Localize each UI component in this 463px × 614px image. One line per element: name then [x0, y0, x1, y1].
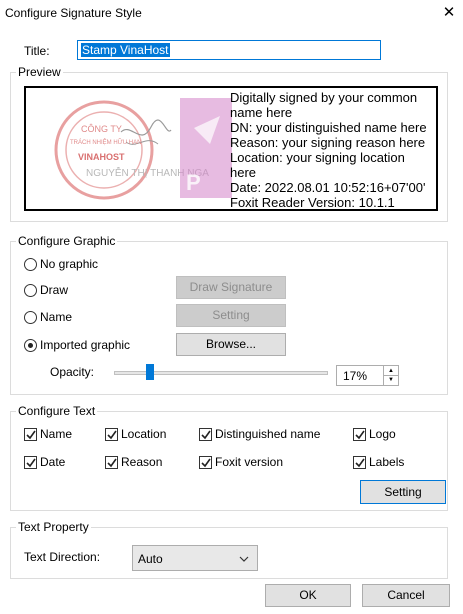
checkbox-labels[interactable] — [353, 456, 366, 469]
radio-name-label: Name — [40, 310, 73, 324]
checkbox-distinguished-name[interactable] — [199, 428, 212, 441]
radio-no-graphic[interactable] — [24, 258, 37, 271]
checkbox-location-label: Location — [121, 427, 167, 441]
opacity-spinbox[interactable]: 17% ▲ ▼ — [336, 365, 399, 386]
window-title: Configure Signature Style — [5, 6, 142, 20]
opacity-value: 17% — [343, 369, 368, 383]
close-icon[interactable]: ✕ — [440, 4, 458, 22]
checkmark-icon — [26, 458, 36, 468]
draw-signature-button[interactable]: Draw Signature — [176, 276, 286, 299]
cancel-button[interactable]: Cancel — [362, 584, 450, 607]
checkmark-icon — [355, 458, 365, 468]
text-setting-button[interactable]: Setting — [360, 480, 446, 504]
checkmark-icon — [201, 430, 211, 440]
sig-line-1: Digitally signed by your common — [230, 90, 418, 105]
opacity-slider-thumb[interactable] — [146, 364, 155, 380]
checkbox-reason[interactable] — [105, 456, 118, 469]
stamp-company-type: TRÁCH NHIỆM HỮU HẠN — [70, 140, 142, 146]
sig-line-2: name here — [230, 105, 293, 120]
configure-graphic-legend: Configure Graphic — [16, 234, 118, 248]
radio-imported-graphic-label: Imported graphic — [40, 338, 131, 352]
stamp-company: CÔNG TY — [81, 124, 122, 134]
sig-line-5: Location: your signing location — [230, 150, 405, 165]
checkbox-name[interactable] — [24, 428, 37, 441]
ok-button[interactable]: OK — [265, 584, 351, 607]
checkmark-icon — [26, 430, 36, 440]
radio-draw[interactable] — [24, 284, 37, 297]
checkbox-date[interactable] — [24, 456, 37, 469]
text-property-legend: Text Property — [16, 520, 91, 534]
preview-legend: Preview — [16, 65, 63, 79]
chevron-down-icon — [239, 556, 249, 562]
title-label: Title: — [24, 44, 50, 58]
svg-text:P: P — [186, 170, 201, 195]
signature-preview: CÔNG TY TRÁCH NHIỆM HỮU HẠN VINAHOST NGU… — [24, 86, 438, 211]
checkbox-date-label: Date — [40, 455, 66, 469]
checkbox-labels-label: Labels — [369, 455, 405, 469]
checkbox-location[interactable] — [105, 428, 118, 441]
sig-line-4: Reason: your signing reason here — [230, 135, 426, 150]
opacity-label: Opacity: — [50, 365, 95, 379]
title-input-value: Stamp VinaHost — [81, 43, 170, 57]
text-direction-value: Auto — [138, 552, 163, 566]
browse-button[interactable]: Browse... — [176, 333, 286, 356]
checkmark-icon — [107, 430, 117, 440]
checkbox-logo[interactable] — [353, 428, 366, 441]
sig-line-6: here — [230, 165, 257, 180]
radio-draw-label: Draw — [40, 283, 69, 297]
stamp-brand: VINAHOST — [78, 152, 125, 162]
checkbox-logo-label: Logo — [369, 427, 396, 441]
checkmark-icon — [201, 458, 211, 468]
radio-imported-graphic[interactable] — [24, 339, 37, 352]
sig-line-8: Foxit Reader Version: 10.1.1 — [230, 195, 395, 210]
checkbox-reason-label: Reason — [121, 455, 163, 469]
title-input[interactable]: Stamp VinaHost — [77, 40, 381, 60]
radio-name[interactable] — [24, 311, 37, 324]
spin-down-icon[interactable]: ▼ — [383, 376, 398, 385]
checkmark-icon — [107, 458, 117, 468]
sig-line-3: DN: your distinguished name here — [230, 120, 427, 135]
checkbox-foxit-version-label: Foxit version — [215, 455, 284, 469]
checkbox-foxit-version[interactable] — [199, 456, 212, 469]
checkbox-name-label: Name — [40, 427, 73, 441]
text-direction-label: Text Direction: — [24, 550, 101, 564]
radio-no-graphic-label: No graphic — [40, 257, 99, 271]
configure-text-legend: Configure Text — [16, 404, 98, 418]
checkmark-icon — [355, 430, 365, 440]
spin-up-icon[interactable]: ▲ — [383, 366, 398, 376]
checkbox-distinguished-name-label: Distinguished name — [215, 427, 321, 441]
sig-line-7: Date: 2022.08.01 10:52:16+07'00' — [230, 180, 426, 195]
text-direction-select[interactable]: Auto — [132, 545, 258, 571]
graphic-setting-button[interactable]: Setting — [176, 304, 286, 327]
foxit-logo-icon: P — [180, 98, 232, 198]
